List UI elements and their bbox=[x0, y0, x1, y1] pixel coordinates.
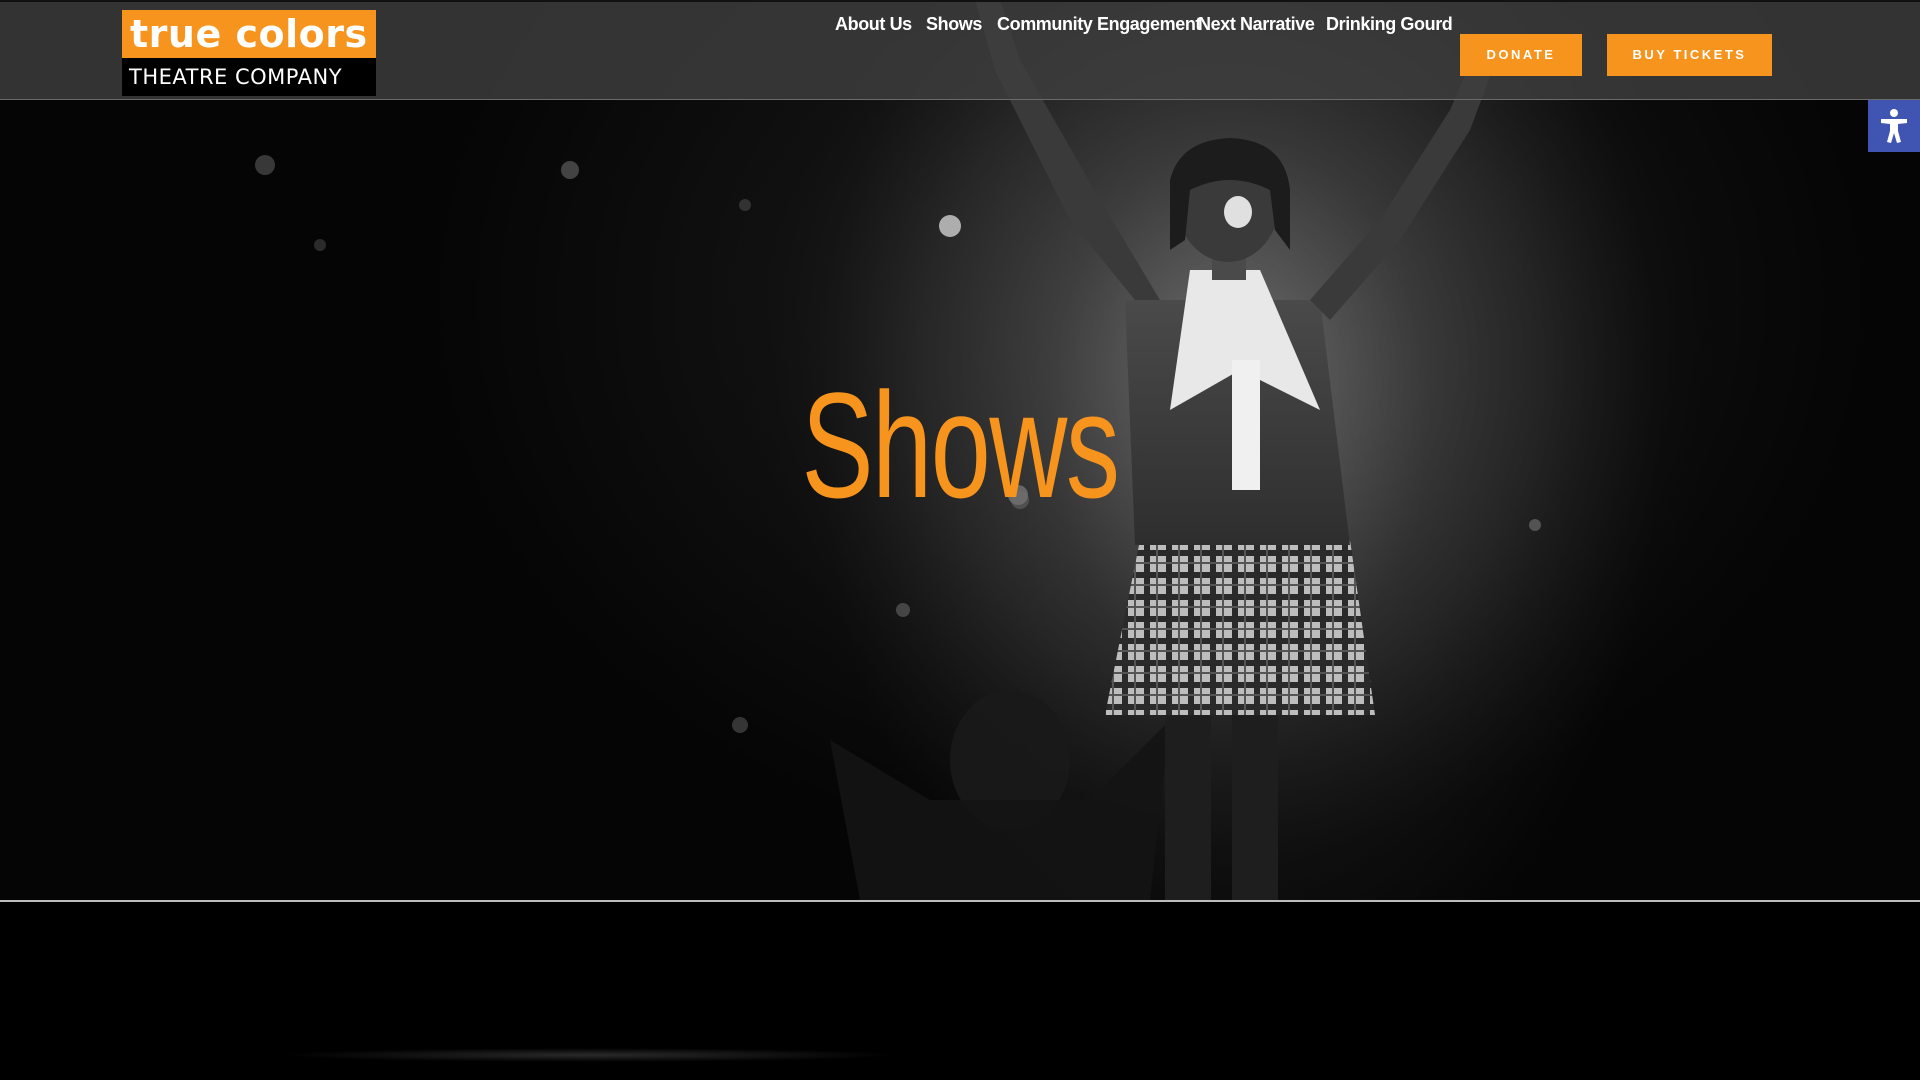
accessibility-icon bbox=[1881, 109, 1907, 143]
logo-wordmark: true colors bbox=[122, 10, 376, 58]
accessibility-toolbar-button[interactable] bbox=[1868, 100, 1920, 152]
page: Shows true colors THEATRE COMPANY About … bbox=[0, 0, 1920, 1080]
content-section bbox=[0, 902, 1920, 1080]
lower-image-edge bbox=[280, 1048, 900, 1062]
site-header: true colors THEATRE COMPANY About Us Sho… bbox=[0, 0, 1920, 100]
logo-subtitle: THEATRE COMPANY bbox=[122, 58, 376, 96]
site-logo[interactable]: true colors THEATRE COMPANY bbox=[122, 10, 376, 96]
nav-about-us[interactable]: About Us bbox=[835, 14, 912, 35]
nav-next-narrative[interactable]: Next Narrative bbox=[1198, 14, 1315, 35]
page-title: Shows bbox=[801, 361, 1120, 529]
nav-shows[interactable]: Shows bbox=[926, 14, 982, 35]
donate-button[interactable]: DONATE bbox=[1460, 34, 1582, 76]
hero-section: Shows bbox=[0, 0, 1920, 900]
nav-drinking-gourd[interactable]: Drinking Gourd bbox=[1326, 14, 1453, 35]
nav-community-engagement[interactable]: Community Engagement bbox=[997, 14, 1201, 35]
buy-tickets-button[interactable]: BUY TICKETS bbox=[1607, 34, 1772, 76]
